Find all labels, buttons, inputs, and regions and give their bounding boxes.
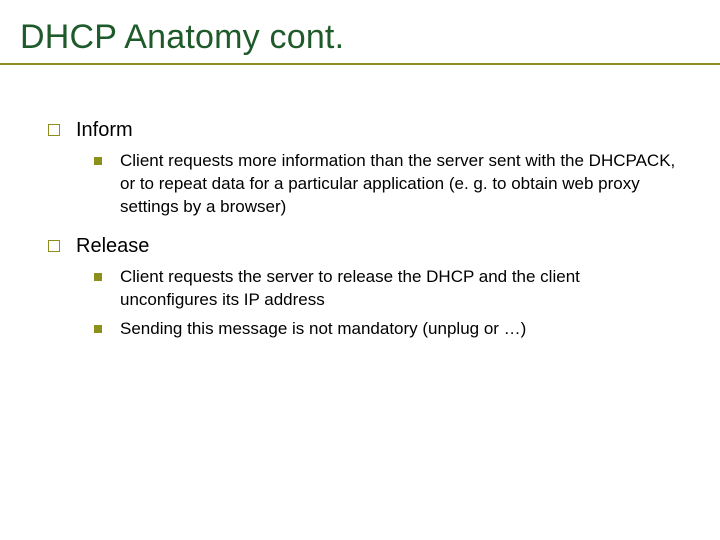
list-item: Client requests more information than th… bbox=[94, 150, 680, 219]
bullet-text: Client requests more information than th… bbox=[120, 150, 680, 219]
list-item: Inform bbox=[48, 117, 680, 144]
filled-square-icon bbox=[94, 157, 102, 165]
filled-square-icon bbox=[94, 325, 102, 333]
list-item: Release bbox=[48, 233, 680, 260]
slide-title: DHCP Anatomy cont. bbox=[20, 18, 700, 57]
title-area: DHCP Anatomy cont. bbox=[0, 0, 720, 65]
section-label: Release bbox=[76, 233, 149, 260]
slide-body: Inform Client requests more information … bbox=[0, 65, 720, 341]
slide: DHCP Anatomy cont. Inform Client request… bbox=[0, 0, 720, 540]
bullet-text: Client requests the server to release th… bbox=[120, 266, 680, 312]
bullet-text: Sending this message is not mandatory (u… bbox=[120, 318, 526, 341]
section-label: Inform bbox=[76, 117, 133, 144]
list-item: Sending this message is not mandatory (u… bbox=[94, 318, 680, 341]
hollow-square-icon bbox=[48, 124, 60, 136]
filled-square-icon bbox=[94, 273, 102, 281]
list-item: Client requests the server to release th… bbox=[94, 266, 680, 312]
hollow-square-icon bbox=[48, 240, 60, 252]
